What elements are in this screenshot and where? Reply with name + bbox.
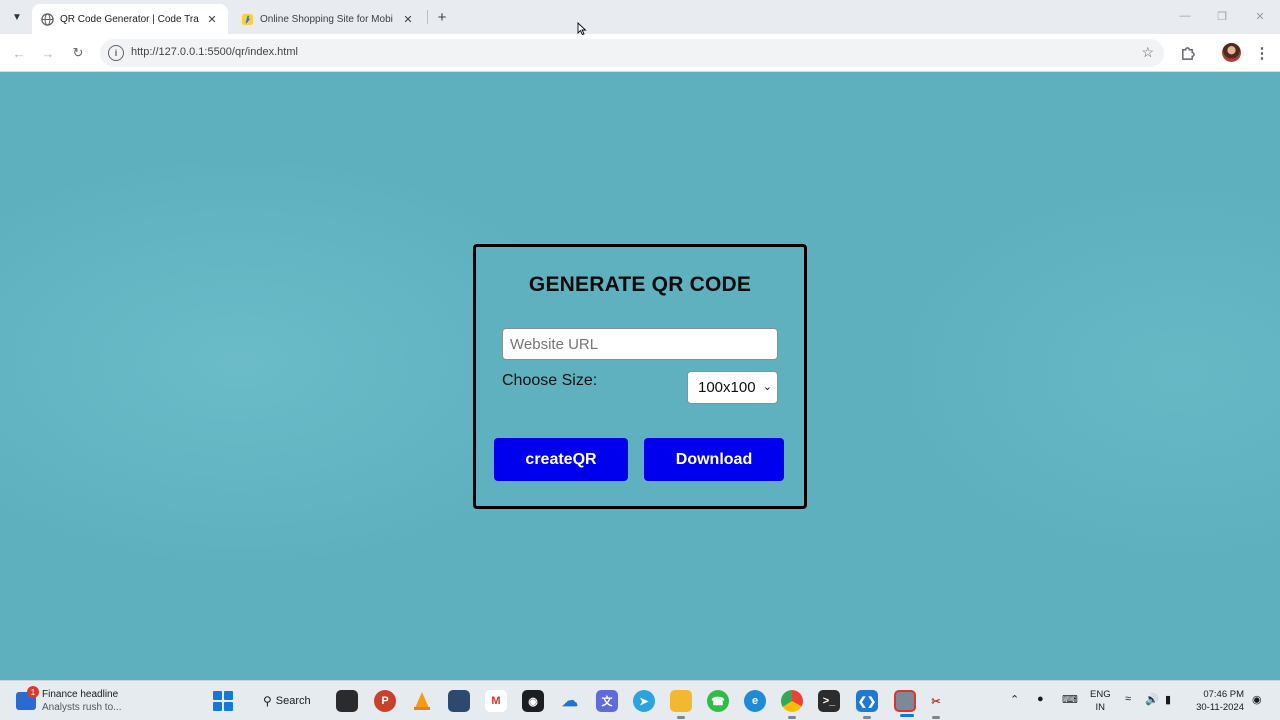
- vscode-icon[interactable]: ❮❯: [856, 690, 878, 719]
- news-badge: 1: [27, 686, 39, 698]
- address-url[interactable]: http://127.0.0.1:5500/qr/index.html: [131, 46, 298, 58]
- qr-generator-card: GENERATE QR CODE Choose Size: 100x100 ⌄ …: [473, 244, 807, 509]
- flipkart-icon: [240, 12, 254, 26]
- page-title: GENERATE QR CODE: [528, 273, 752, 296]
- windows-start-icon[interactable]: [213, 691, 233, 711]
- language-code: ENG: [1090, 689, 1111, 700]
- telegram-icon[interactable]: ➤: [633, 690, 655, 712]
- download-button[interactable]: Download: [644, 438, 784, 481]
- tray-chevron-up-icon[interactable]: ⌃: [1010, 693, 1019, 706]
- minimize-icon[interactable]: —: [1170, 6, 1200, 26]
- tab-title: QR Code Generator | Code Tra: [60, 13, 199, 25]
- browser-tab-strip: ▼ QR Code Generator | Code Tra ✕ Online …: [0, 0, 1280, 34]
- restore-icon[interactable]: ❐: [1207, 6, 1237, 26]
- notification-icon[interactable]: ◉: [1252, 693, 1262, 706]
- profile-avatar[interactable]: [1222, 43, 1241, 62]
- create-qr-button[interactable]: createQR: [494, 438, 628, 481]
- system-clock[interactable]: 07:46 PM 30-11-2024: [1190, 688, 1244, 714]
- search-icon: ⚲: [263, 694, 272, 708]
- new-tab-plus-icon[interactable]: +: [432, 8, 452, 26]
- globe-icon: [40, 12, 54, 26]
- region-code: IN: [1095, 702, 1106, 713]
- website-url-input[interactable]: [502, 328, 778, 360]
- keyboard-icon[interactable]: ⌨: [1062, 693, 1078, 706]
- clock-time: 07:46 PM: [1203, 689, 1244, 700]
- gmail-icon[interactable]: M: [485, 690, 507, 712]
- tab-qr-code-generator[interactable]: QR Code Generator | Code Tra ✕: [32, 4, 228, 34]
- bookmark-star-icon[interactable]: ☆: [1141, 44, 1154, 61]
- close-tab-icon[interactable]: ✕: [400, 11, 416, 27]
- news-widget[interactable]: 1 Finance headline Analysts rush to...: [16, 686, 122, 715]
- choose-size-label: Choose Size:: [502, 372, 598, 389]
- size-select[interactable]: 100x100 ⌄: [687, 371, 778, 404]
- onedrive-icon[interactable]: ☁: [559, 690, 581, 712]
- menu-kebab-icon[interactable]: ⋮: [1252, 43, 1272, 63]
- forward-arrow-icon[interactable]: →: [37, 42, 59, 64]
- reload-icon[interactable]: ↻: [67, 42, 89, 64]
- close-tab-icon[interactable]: ✕: [204, 11, 220, 27]
- news-subtitle: Analysts rush to...: [42, 702, 122, 713]
- microphone-icon[interactable]: ●: [1037, 693, 1044, 705]
- extensions-puzzle-icon[interactable]: [1177, 43, 1197, 63]
- task-view-icon[interactable]: [336, 690, 358, 712]
- edge-icon[interactable]: e: [744, 690, 766, 712]
- page-viewport: GENERATE QR CODE Choose Size: 100x100 ⌄ …: [0, 72, 1280, 680]
- tab-divider: [427, 10, 428, 24]
- tab-search-chevron-icon[interactable]: ▼: [6, 6, 28, 28]
- search-label: Search: [275, 695, 311, 707]
- translator-icon[interactable]: 文: [596, 690, 618, 712]
- site-info-icon[interactable]: i: [108, 45, 124, 61]
- terminal-icon[interactable]: >_: [818, 690, 840, 712]
- powerpoint-icon[interactable]: P: [374, 690, 396, 712]
- close-window-icon[interactable]: ✕: [1245, 6, 1275, 26]
- news-icon: 1: [16, 686, 39, 710]
- size-select-value: 100x100: [698, 379, 756, 396]
- battery-icon[interactable]: ▮: [1165, 693, 1171, 706]
- taskbar-search-button[interactable]: ⚲ Search: [252, 689, 324, 713]
- vlc-icon[interactable]: [411, 690, 433, 712]
- tab-title: Online Shopping Site for Mobi: [260, 13, 393, 25]
- whatsapp-icon[interactable]: ☎: [707, 690, 729, 712]
- language-indicator[interactable]: ENG IN: [1090, 688, 1111, 714]
- address-bar[interactable]: i http://127.0.0.1:5500/qr/index.html ☆: [100, 39, 1164, 67]
- wifi-icon[interactable]: ≈: [1125, 693, 1131, 705]
- github-icon[interactable]: ◉: [522, 690, 544, 712]
- windows-taskbar: 1 Finance headline Analysts rush to... ⚲…: [0, 680, 1280, 720]
- news-headline: Finance headline: [42, 689, 119, 700]
- mouse-cursor-icon: [577, 22, 587, 36]
- volume-icon[interactable]: 🔊: [1145, 693, 1159, 706]
- browser-toolbar: ← → ↻ i http://127.0.0.1:5500/qr/index.h…: [0, 34, 1280, 72]
- clock-date: 30-11-2024: [1196, 702, 1244, 713]
- back-arrow-icon[interactable]: ←: [8, 42, 30, 64]
- file-explorer-icon[interactable]: [670, 690, 692, 719]
- app-icon[interactable]: [448, 690, 470, 712]
- chevron-down-icon: ⌄: [762, 381, 772, 393]
- chrome-icon[interactable]: [781, 690, 803, 719]
- screen-recorder-icon[interactable]: [894, 690, 916, 717]
- tab-online-shopping[interactable]: Online Shopping Site for Mobi ✕: [232, 4, 424, 34]
- snipping-tool-icon[interactable]: ✂: [925, 690, 947, 719]
